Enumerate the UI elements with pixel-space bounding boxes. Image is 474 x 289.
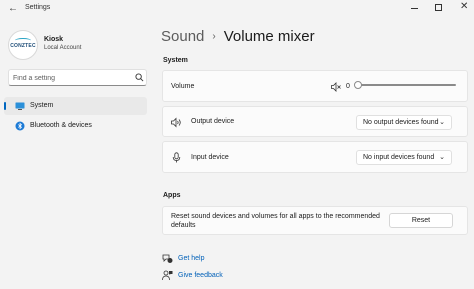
- search-icon[interactable]: [135, 73, 144, 82]
- chevron-down-icon: ⌄: [439, 119, 445, 126]
- input-device-dropdown[interactable]: No input devices found ⌄: [356, 150, 452, 165]
- title-bar: ← Settings ✕: [0, 0, 474, 18]
- breadcrumb: Sound › Volume mixer: [161, 28, 315, 45]
- volume-value: 0: [346, 83, 350, 90]
- output-device-card: Output device No output devices found ⌄: [162, 106, 468, 137]
- input-device-selected: No input devices found: [363, 154, 435, 161]
- selection-indicator: [4, 102, 6, 110]
- bluetooth-icon: [15, 121, 25, 131]
- volume-label: Volume: [171, 83, 195, 90]
- output-device-dropdown[interactable]: No output devices found ⌄: [356, 115, 452, 130]
- profile-name: Kiosk: [44, 36, 64, 43]
- search-input[interactable]: [13, 73, 123, 83]
- speaker-muted-icon[interactable]: [331, 82, 342, 92]
- close-icon: ✕: [460, 1, 469, 12]
- sidebar-item-label: Bluetooth & devices: [30, 122, 92, 129]
- output-device-selected: No output devices found: [363, 119, 439, 126]
- get-help-text[interactable]: Get help: [178, 255, 204, 262]
- microphone-icon: [172, 152, 181, 163]
- monitor-icon: [15, 102, 25, 110]
- close-button[interactable]: ✕: [457, 1, 471, 14]
- volume-card: Volume 0: [162, 70, 468, 102]
- input-device-label: Input device: [191, 154, 229, 161]
- give-feedback-text[interactable]: Give feedback: [178, 272, 223, 279]
- section-heading-apps: Apps: [163, 192, 181, 199]
- search-box[interactable]: [8, 69, 147, 86]
- back-arrow-icon[interactable]: ←: [7, 3, 19, 15]
- input-device-card: Input device No input devices found ⌄: [162, 141, 468, 173]
- reset-description: Reset sound devices and volumes for all …: [171, 213, 380, 229]
- volume-slider-thumb[interactable]: [354, 81, 362, 89]
- avatar-logo: CONZTEC: [10, 43, 36, 49]
- chevron-down-icon: ⌄: [439, 154, 445, 161]
- minimize-button[interactable]: [408, 2, 422, 14]
- section-heading-system: System: [163, 57, 188, 64]
- page-title: Volume mixer: [223, 28, 315, 45]
- reset-button[interactable]: Reset: [389, 213, 453, 228]
- maximize-button[interactable]: [432, 2, 446, 14]
- sidebar-item-label: System: [30, 102, 54, 109]
- breadcrumb-parent[interactable]: Sound: [161, 28, 204, 45]
- sidebar-item-system[interactable]: System: [4, 97, 147, 115]
- profile-account-type: Local Account: [44, 45, 82, 51]
- output-device-label: Output device: [191, 118, 235, 125]
- speaker-icon: [171, 117, 181, 128]
- chevron-right-icon: ›: [212, 31, 216, 42]
- sidebar-item-bluetooth[interactable]: Bluetooth & devices: [4, 117, 147, 135]
- window-title: Settings: [25, 4, 51, 11]
- help-icon: [162, 254, 173, 263]
- avatar: CONZTEC: [8, 30, 38, 60]
- volume-slider-track[interactable]: [360, 84, 456, 86]
- reset-apps-card: Reset sound devices and volumes for all …: [162, 206, 468, 235]
- feedback-icon: [162, 270, 173, 281]
